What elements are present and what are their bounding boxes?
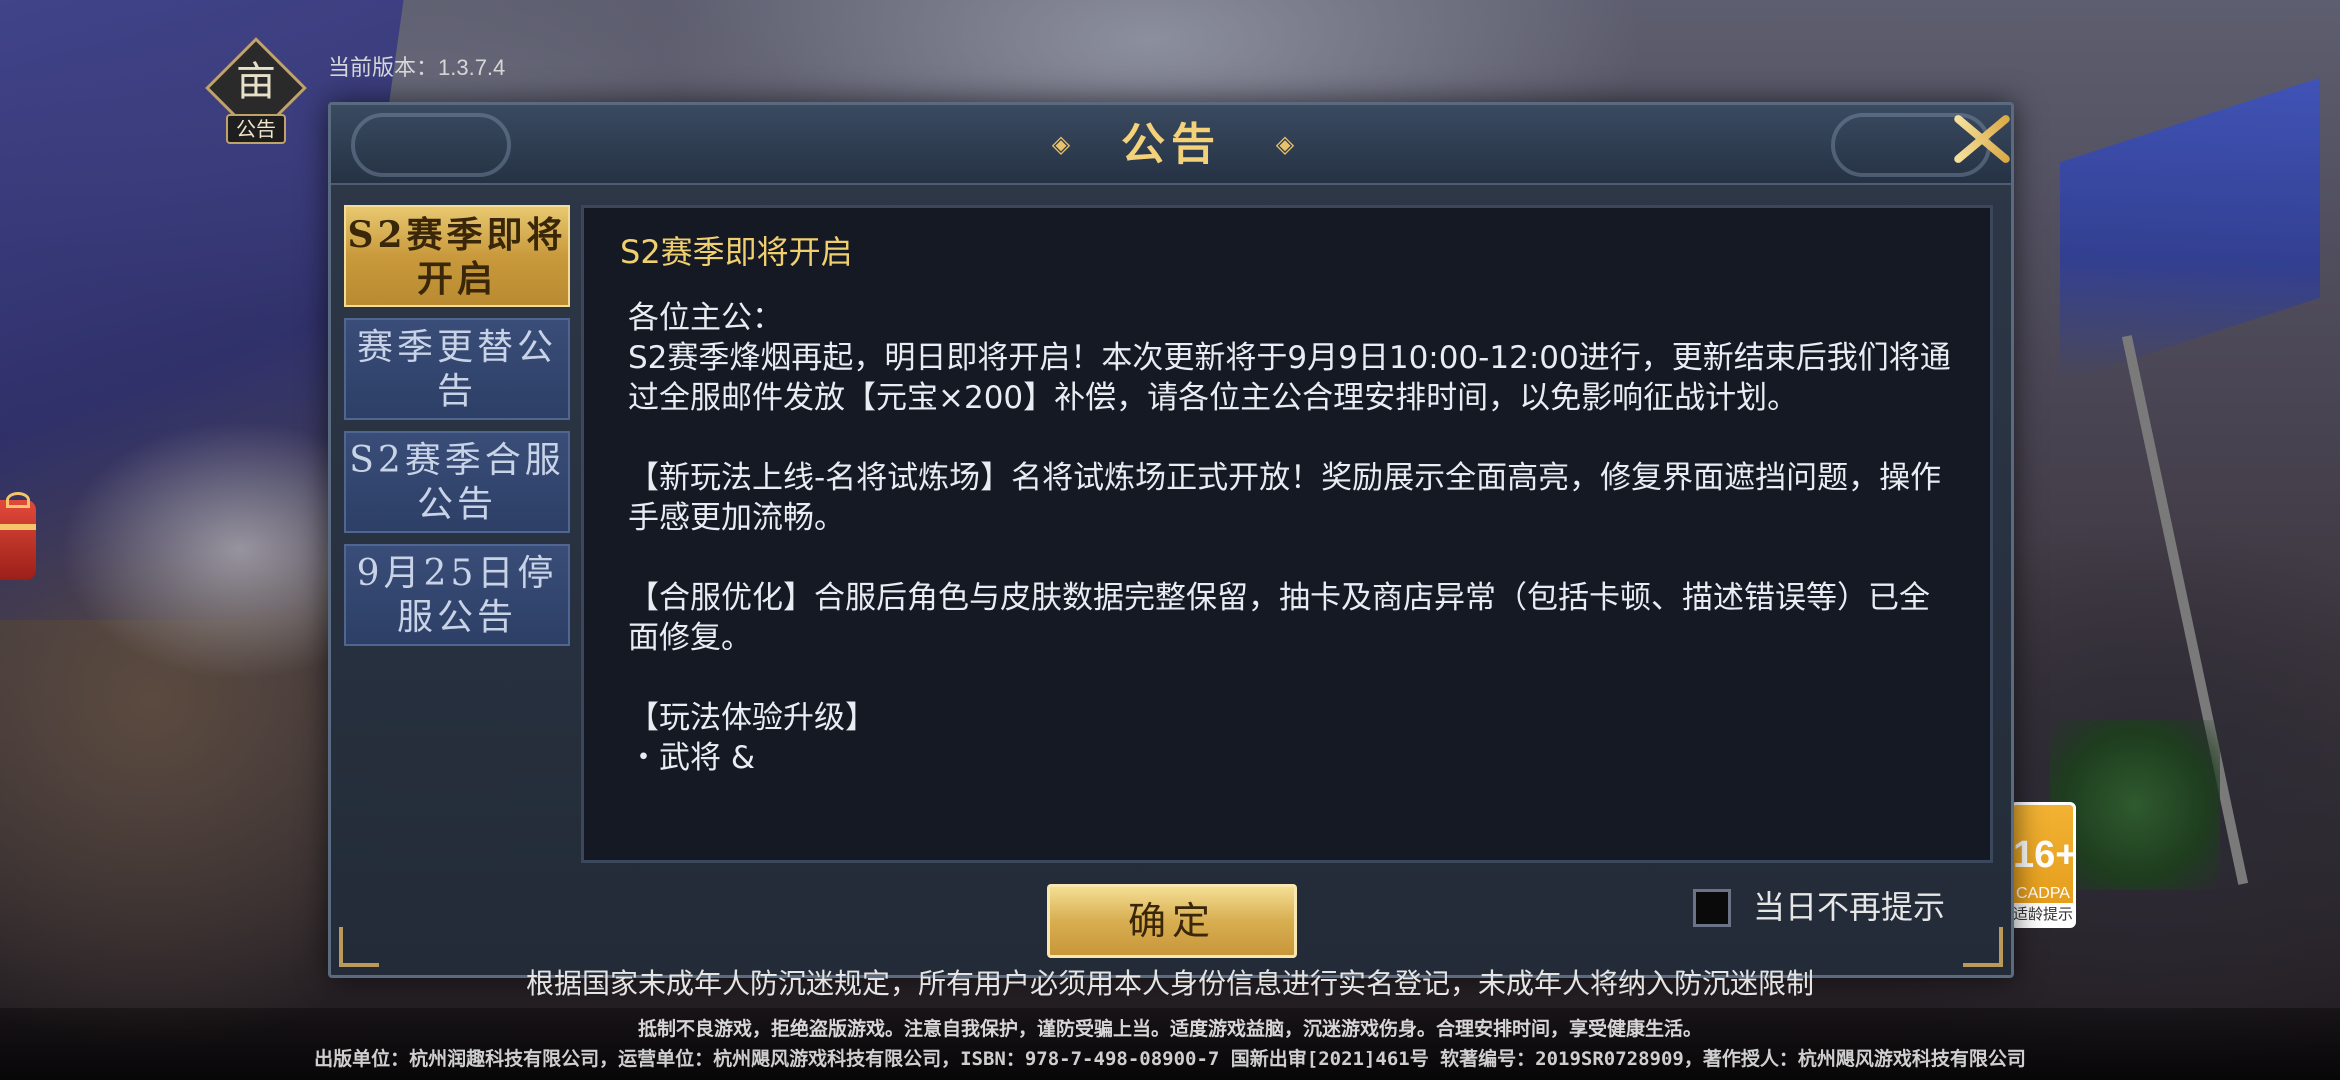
tab-s2-server-merge[interactable]: S2赛季合服公告 bbox=[344, 431, 570, 533]
gift-bow bbox=[6, 492, 30, 508]
content-title: S2赛季即将开启 bbox=[620, 233, 853, 271]
age-rating-number: 16+ bbox=[2013, 834, 2078, 876]
announcement-icon-label: 公告 bbox=[226, 114, 286, 144]
dont-show-today-checkbox[interactable] bbox=[1693, 889, 1731, 927]
content-body: 各位主公： S2赛季烽烟再起，明日即将开启！本次更新将于9月9日10:00-12… bbox=[628, 300, 1951, 776]
confirm-button[interactable]: 确定 bbox=[1047, 884, 1297, 958]
gift-band bbox=[0, 524, 36, 530]
announcement-icon: 亩 bbox=[236, 59, 276, 105]
announcement-content-panel[interactable]: S2赛季即将开启 各位主公： S2赛季烽烟再起，明日即将开启！本次更新将于9月9… bbox=[581, 205, 1993, 863]
tab-sep25-maintenance[interactable]: 9月25日停服公告 bbox=[344, 544, 570, 646]
dialog-title: 公告 bbox=[1121, 119, 1221, 170]
age-rating-org: CADPA bbox=[2016, 885, 2070, 902]
tab-season-change[interactable]: 赛季更替公告 bbox=[344, 318, 570, 420]
title-ornament-right-icon: ◈ bbox=[1275, 130, 1295, 158]
background-banner-right bbox=[2060, 77, 2320, 383]
version-text: 当前版本：1.3.7.4 bbox=[328, 55, 506, 80]
age-rating-tip: 适龄提示 bbox=[2013, 903, 2074, 925]
corner-ornament-right bbox=[1963, 927, 2003, 967]
age-rating-badge[interactable]: 16+ CADPA 适龄提示 bbox=[2010, 802, 2078, 928]
tab-s2-season-start[interactable]: S2赛季即将开启 bbox=[344, 205, 570, 307]
announcement-tab-list: S2赛季即将开启 赛季更替公告 S2赛季合服公告 9月25日停服公告 bbox=[344, 205, 570, 657]
close-button[interactable] bbox=[1941, 99, 2021, 179]
announcement-dialog: ◈ 公告 ◈ S2赛季即将开启 赛季更替公告 S2赛季合服公告 9月25日停服公… bbox=[328, 102, 2014, 978]
anti-addiction-notice: 根据国家未成年人防沉迷规定，所有用户必须用本人身份信息进行实名登记，未成年人将纳… bbox=[525, 967, 1814, 1000]
publisher-info: 出版单位：杭州润趣科技有限公司，运营单位：杭州飓风游戏科技有限公司，ISBN：9… bbox=[314, 1048, 2026, 1070]
gift-icon[interactable] bbox=[0, 492, 36, 580]
dialog-header: ◈ 公告 ◈ bbox=[331, 105, 2011, 185]
corner-ornament-left bbox=[339, 927, 379, 967]
dont-show-today-label[interactable]: 当日不再提示 bbox=[1753, 885, 1945, 929]
health-gaming-tip: 抵制不良游戏，拒绝盗版游戏。注意自我保护，谨防受骗上当。适度游戏益脑，沉迷游戏伤… bbox=[637, 1018, 1702, 1040]
announcement-button[interactable]: 亩 公告 bbox=[205, 37, 307, 144]
